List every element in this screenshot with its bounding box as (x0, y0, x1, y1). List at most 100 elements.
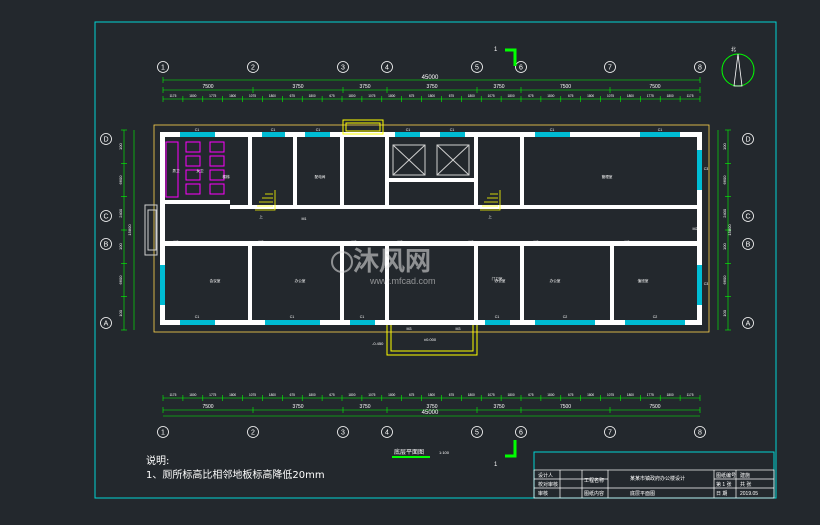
dimension-label: 1800 (309, 94, 316, 98)
axis-label-7: 7 (608, 65, 612, 72)
dimension-label: 675 (409, 393, 415, 397)
dimension-total: 15800 (727, 224, 732, 236)
dimension-label: 1775 (209, 94, 216, 98)
dimension-label: 1175 (687, 94, 694, 98)
notes-title: 说明: (146, 456, 170, 467)
dimension-label: 3750 (359, 84, 370, 90)
room-label: 配电间 (315, 174, 326, 179)
dimension-label: 1075 (368, 94, 375, 98)
dimension-label: 675 (409, 94, 415, 98)
axis-label-6: 6 (519, 65, 523, 72)
axis-label-8: 8 (698, 430, 702, 437)
dimension-label: 1800 (309, 393, 316, 397)
date-value: 2019.05 (740, 491, 758, 497)
axis-label-4: 4 (385, 430, 389, 437)
axis-label-A: A (104, 321, 109, 328)
west-entrance (144, 204, 158, 256)
room-label: 门卫室 (492, 276, 503, 281)
svg-text:1: 1 (494, 47, 498, 53)
dimension-label: 1175 (687, 393, 694, 397)
wall-north (160, 132, 702, 137)
dimension-label: 675 (528, 94, 534, 98)
window-label: C2 (653, 315, 658, 319)
axis-label-7: 7 (608, 430, 612, 437)
window-label: C1 (450, 128, 455, 132)
window-label: C2 (563, 315, 568, 319)
elevator-wall (389, 178, 474, 182)
window-label: C1 (271, 128, 276, 132)
partition-n2 (293, 137, 297, 209)
dimension-label: 1800 (587, 393, 594, 397)
dimension-label: 7500 (649, 84, 660, 90)
dimension-label: 2400 (722, 208, 727, 218)
dimension-label: 1075 (607, 393, 614, 397)
drawing-frame (94, 21, 777, 499)
dimension-label: 1800 (348, 393, 355, 397)
dimension-label: 1800 (547, 393, 554, 397)
dimension-label: 1775 (209, 393, 216, 397)
elevation-main: ±0.000 (424, 337, 437, 342)
dimension-label: 675 (290, 94, 296, 98)
window-label: C1 (550, 128, 555, 132)
watermark-brand: 沐风网 (353, 246, 431, 276)
dimension-label: 1800 (428, 94, 435, 98)
north-entrance (342, 119, 384, 135)
window-label: C1 (406, 128, 411, 132)
dimension-label: 1800 (388, 94, 395, 98)
room-label: 值班室 (638, 278, 649, 283)
dimension-label: 6600 (722, 175, 727, 185)
dimension-label: 1075 (368, 393, 375, 397)
dimension-label: 3750 (292, 84, 303, 90)
dimension-label: 3750 (426, 84, 437, 90)
dimension-label: 1075 (488, 393, 495, 397)
dimension-label: 100 (722, 143, 727, 150)
north-arrow: 北 (721, 46, 755, 87)
dimension-label: 1800 (189, 94, 196, 98)
dimension-label: 1800 (508, 94, 515, 98)
dimension-label: 675 (329, 94, 335, 98)
axis-label-A: A (746, 321, 751, 328)
dimension-label: 1800 (587, 94, 594, 98)
dimension-label: 1800 (229, 393, 236, 397)
dimension-label: 1075 (249, 393, 256, 397)
watermark: 沐风网 www.mfcad.com (331, 246, 436, 286)
dimension-label: 7500 (649, 404, 660, 410)
room-label: 男卫 (172, 168, 180, 173)
dimension-label: 1800 (547, 94, 554, 98)
dimension-label: 6600 (118, 275, 123, 285)
overall-length-bottom: 45000 (422, 410, 439, 416)
dimension-label: 100 (118, 309, 123, 316)
notes-item: 1、厕所标高比相邻地板标高降低20mm (146, 470, 325, 481)
dimension-label: 1800 (468, 393, 475, 397)
dimension-label: 675 (290, 393, 296, 397)
wall-south (160, 320, 702, 325)
room-label: 办公室 (295, 278, 306, 283)
room-label: 办公室 (550, 278, 561, 283)
dimension-label: 1075 (249, 94, 256, 98)
dimension-label: 1800 (627, 94, 634, 98)
project-name: 某某市镇政府办公楼设计 (630, 475, 685, 482)
axis-label-D: D (745, 137, 750, 144)
door-label: M1 (302, 217, 307, 221)
dimension-label: 1800 (189, 393, 196, 397)
axis-label-4: 4 (385, 65, 389, 72)
dimension-label: 1800 (269, 94, 276, 98)
door-label: M2 (534, 240, 539, 244)
dimension-label: 3750 (359, 404, 370, 410)
dimension-label: 1800 (508, 393, 515, 397)
drawing-content-label: 图纸内容 (584, 490, 604, 497)
door-label: M2 (398, 240, 403, 244)
dimension-label: 6600 (118, 175, 123, 185)
axis-label-8: 8 (698, 65, 702, 72)
designer-label: 设计人 (538, 472, 553, 479)
door-label: M2 (259, 240, 264, 244)
corridor-wall-north (230, 205, 702, 209)
approver-label: 审核 (538, 490, 548, 497)
door-label: M2 (625, 240, 630, 244)
dimension-label: 100 (722, 309, 727, 316)
axis-label-3: 3 (341, 430, 345, 437)
partition-n4 (385, 137, 389, 209)
partition-n1 (248, 137, 252, 209)
dimension-label: 7500 (202, 84, 213, 90)
walls (160, 132, 702, 325)
